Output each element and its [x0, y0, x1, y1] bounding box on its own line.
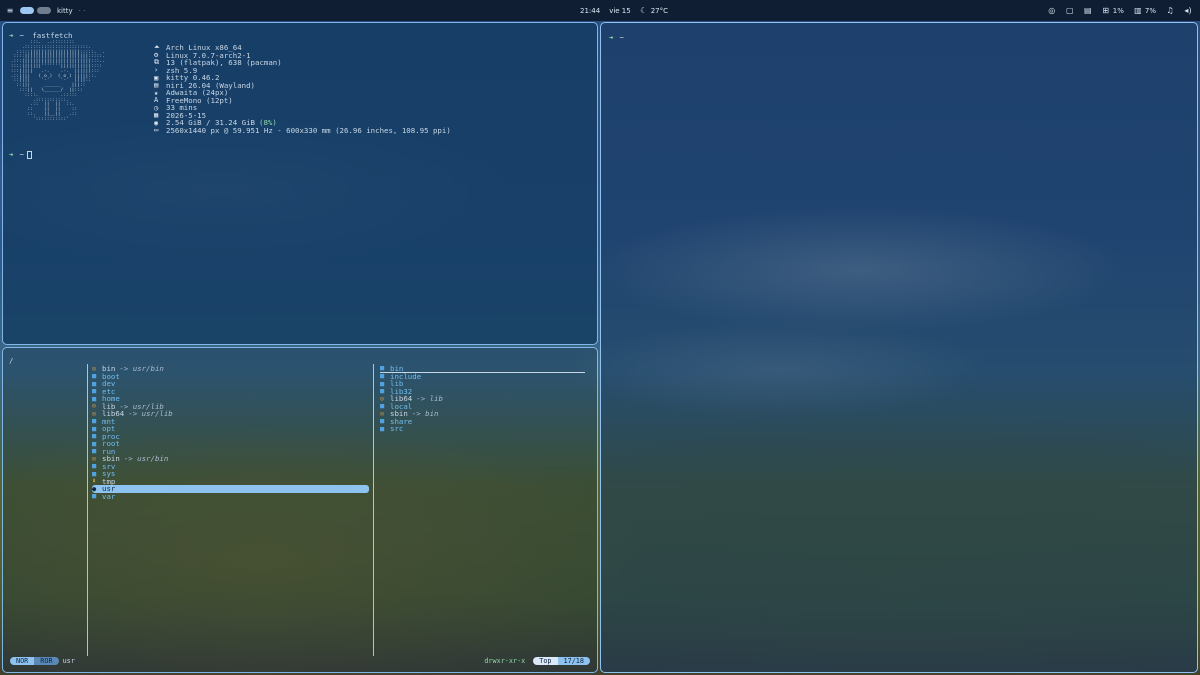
file-entry-sbin[interactable]: ⎋ sbin -> usr/bin — [92, 454, 369, 464]
position-count: 17/18 — [557, 657, 590, 665]
symlink-target: -> usr/bin — [119, 364, 164, 374]
volume-icon[interactable]: ◂) — [1184, 6, 1192, 15]
cpu-icon: ⊞ — [1102, 6, 1110, 15]
menu-icon[interactable]: ≡ — [6, 6, 14, 15]
prompt-line-1: ➜ ~ fastfetch — [9, 31, 72, 40]
memory-usage: 7% — [1144, 6, 1156, 15]
parent-directory-list: ⎋ bin -> usr/bin ■ boot ■ dev ■ etc ■ home ⎋ lib -> u… — [92, 364, 369, 501]
file-entry-src[interactable]: ■ src — [380, 424, 585, 434]
memory-widget[interactable]: ▥ 7% — [1134, 6, 1156, 15]
window-title-sep: · · — [78, 6, 86, 15]
file-entry-dev[interactable]: ■ dev — [92, 379, 369, 388]
file-entry-mnt[interactable]: ■ mnt — [92, 417, 369, 426]
cpu-usage: 1% — [1112, 6, 1124, 15]
info-row: ⧉ 13 (flatpak), 638 (pacman) — [154, 58, 451, 67]
file-entry-share[interactable]: ■ share — [380, 417, 585, 426]
permissions: drwxr-xr-x — [484, 657, 526, 665]
file-entry-proc[interactable]: ■ proc — [92, 432, 369, 441]
file-entry-etc[interactable]: ■ etc — [92, 387, 369, 396]
text-cursor — [26, 151, 32, 159]
mode-badge: NOR — [10, 657, 35, 665]
symlink-target: -> usr/bin — [123, 454, 169, 464]
symlink-target: -> bin — [411, 409, 439, 419]
file-entry-include[interactable]: ■ include — [380, 372, 585, 381]
cpu-widget[interactable]: ⊞ 1% — [1102, 6, 1124, 15]
file-entry-usr[interactable]: ● usr — [92, 484, 369, 493]
status-left: NOR ROR usr — [10, 657, 75, 665]
symlink-target: -> lib — [416, 394, 443, 404]
file-entry-bin[interactable]: ⎋ bin -> usr/bin — [92, 364, 369, 374]
info-text: 2560x1440 px @ 59.951 Hz - 600x330 mm (2… — [166, 125, 451, 135]
prompt-arrow-2: ➜ — [9, 150, 14, 159]
status-right: drwxr-xr-x Top 17/18 — [484, 657, 590, 665]
file-entry-opt[interactable]: ■ opt — [92, 424, 369, 433]
file-name: var — [102, 491, 116, 501]
column-divider-left[interactable] — [87, 364, 88, 656]
column-divider-right[interactable] — [373, 364, 374, 656]
clock[interactable]: 21:44 — [580, 7, 600, 15]
system-info-list: ⏶ Arch Linux x86_64 ⚙ Linux 7.0.7-arch2-1 ⧉ 1… — [154, 43, 451, 135]
notification-icon[interactable]: ♫ — [1166, 6, 1174, 15]
prompt-dir-right: ~ — [619, 33, 624, 42]
notes-icon[interactable]: ▤ — [1084, 6, 1092, 15]
position-badge: Top — [533, 657, 558, 665]
prompt-arrow-right: ➜ — [609, 33, 614, 42]
workspace-2[interactable] — [37, 7, 51, 14]
current-path: / — [9, 356, 14, 365]
weather-temp: 27°C — [650, 6, 669, 15]
file-entry-srv[interactable]: ■ srv — [92, 462, 369, 471]
file-entry-root[interactable]: ■ root — [92, 439, 369, 448]
clipboard-icon[interactable]: ▢ — [1066, 6, 1074, 15]
symlink-target: -> usr/lib — [128, 409, 173, 419]
file-name: src — [390, 424, 404, 434]
file-entry-tmp[interactable]: ⬇ tmp — [92, 477, 369, 486]
preview-directory-list: ■ bin ■ include ■ lib ■ lib32 ⎋ lib64 -> lib ■ local… — [380, 364, 585, 434]
memory-icon: ▥ — [1134, 6, 1142, 15]
moon-icon: ☾ — [640, 6, 648, 15]
file-entry-sys[interactable]: ■ sys — [92, 469, 369, 478]
workspace-1[interactable] — [20, 7, 34, 14]
prompt-dir: ~ — [19, 31, 24, 40]
folder-icon: ■ — [380, 364, 385, 373]
command-text: fastfetch — [32, 31, 73, 40]
workspace-indicator[interactable] — [20, 7, 51, 14]
prompt-line-right[interactable]: ➜ ~ — [609, 33, 624, 42]
terminal-pane-right[interactable] — [600, 22, 1198, 673]
date[interactable]: vie 15 — [609, 7, 631, 15]
window-title: kitty — [57, 6, 73, 15]
prompt-dir-2: ~ — [19, 150, 24, 159]
prompt-arrow: ➜ — [9, 31, 14, 40]
file-entry-lib64[interactable]: ⎋ lib64 -> usr/lib — [92, 409, 369, 419]
top-bar: ≡ kitty · · 21:44 vie 15 ☾ 27°C ◎ ▢ ▤ ⊞ … — [0, 0, 1200, 21]
display-icon: ▭ — [154, 126, 159, 135]
weather-widget[interactable]: ☾ 27°C — [640, 6, 668, 15]
screenshot-icon[interactable]: ◎ — [1048, 6, 1056, 15]
file-entry-boot[interactable]: ■ boot — [92, 372, 369, 381]
info-row: ▭ 2560x1440 px @ 59.951 Hz - 600x330 mm (… — [154, 125, 451, 135]
file-entry-local[interactable]: ■ local — [380, 402, 585, 411]
prompt-line-2[interactable]: ➜ ~ — [9, 150, 32, 159]
info-row: A FreeMono (12pt) — [154, 96, 451, 105]
file-entry-var[interactable]: ■ var — [92, 491, 369, 501]
folder-icon: ■ — [380, 424, 385, 433]
folder-icon: ■ — [92, 492, 97, 501]
mode-badge-secondary: ROR — [34, 657, 59, 665]
status-current: usr — [62, 657, 75, 665]
ascii-art-logo: :::. ..:::::::: .:::::::::::::::::::::::… — [10, 40, 105, 122]
